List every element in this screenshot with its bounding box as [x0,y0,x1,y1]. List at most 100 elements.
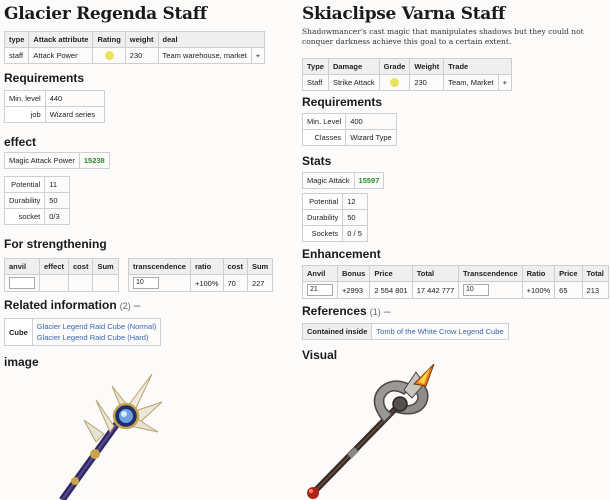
req-label: job [4,106,46,123]
col-header: Anvil [302,265,338,282]
transcendence-cell: 10 [458,281,523,299]
req-value: Wizard Type [345,129,397,146]
stat-label: Potential [3,176,46,193]
col-header: weight [124,31,159,48]
transcendence-table: transcendence ratio cost Sum 10 +100% 70… [128,258,274,292]
stat-label: Potential [301,193,344,210]
col-header: deal [157,31,266,48]
damage-value: Strike Attack [327,74,380,91]
col-header: Grade [378,58,411,75]
collapse-toggle[interactable]: – [134,298,141,312]
type-value: staff [3,47,30,64]
related-title: Related information [4,298,117,312]
magic-attack-label: Magic Attack [302,172,355,189]
transcendence-input[interactable]: 10 [133,277,159,289]
related-heading: Related information (2) – [4,298,140,312]
related-link[interactable]: Glacier Legend Raid Cube (Normal) [37,321,157,332]
col-header: Trade [443,58,513,75]
enhancement-heading: Enhancement [302,247,381,261]
image-heading: image [4,355,39,369]
expand-button[interactable]: + [497,74,513,91]
references-label: Contained inside [301,323,373,340]
references-link[interactable]: Tomb of the White Crow Legend Cube [371,323,509,340]
references-heading: References (1) – [302,304,390,318]
anvil-input[interactable]: 21 [307,284,333,296]
item-description: Shadowmancer's cast magic that manipulat… [302,27,584,46]
visual-heading: Visual [302,348,338,362]
related-link[interactable]: Glacier Legend Raid Cube (Hard) [37,332,157,343]
rating-dot-icon [104,51,114,61]
transcendence-table: Transcendence Ratio Price Total 10 +100%… [458,265,609,299]
col-header: type [3,31,30,48]
magic-attack-value: 15597 [353,172,385,189]
sum-value: 227 [246,274,274,292]
col-header: transcendence [128,258,191,275]
rating-value [92,47,126,64]
col-header: Total [411,265,460,282]
stat-value: 50 [342,209,369,226]
requirements-heading: Requirements [302,95,383,109]
col-header: Sum [246,258,274,275]
stat-value: 0/3 [44,208,71,225]
weight-value: 230 [124,47,159,64]
effect-value: 15238 [78,152,110,169]
related-label: Cube [4,318,33,346]
stat-label: Sockets [301,225,344,242]
col-header: Attack attribute [28,31,94,48]
collapse-toggle[interactable]: – [384,304,391,318]
stat-value: 11 [44,176,71,193]
anvil-cell [4,274,40,292]
grade-dot-icon [389,78,399,88]
transcendence-cell: 10 [128,274,191,292]
expand-button[interactable]: + [250,47,266,64]
strengthening-heading: For strengthening [4,237,107,251]
stats-table: Potential 11 Durability 50 socket 0/3 [3,176,71,225]
anvil-cell: 21 [302,281,338,299]
col-header: Sum [92,258,119,275]
col-header: effect [38,258,70,275]
grade-value [378,74,411,91]
col-header: ratio [189,258,224,275]
related-table: Cube Glacier Legend Raid Cube (Normal) G… [4,318,162,346]
item-title: Skiaclipse Varna Staff [302,4,506,24]
references-title: References [302,304,367,318]
col-header: Price [369,265,413,282]
stat-value: 12 [342,193,369,210]
req-label: Min. Level [301,113,347,130]
related-count: (2) [119,301,131,311]
weight-value: 230 [409,74,445,91]
glacier-staff-image [59,373,163,500]
req-value: 440 [44,90,105,107]
effect-table: Magic Attack Power 15238 [4,152,110,169]
stats-heading: Stats [302,154,332,168]
anvil-table: anvil effect cost Sum [4,258,119,292]
right-panel: Skiaclipse Varna Staff Shadowmancer's ca… [298,0,610,499]
stat-label: Durability [301,209,344,226]
col-header: Type [302,58,329,75]
deal-value: Team warehouse, market [157,47,252,64]
anvil-table: Anvil Bonus Price Total 21 +2993 2 554 8… [302,265,460,299]
type-value: Staff [302,74,329,91]
left-panel: Glacier Regenda Staff type Attack attrib… [0,0,296,500]
col-header: Transcendence [458,265,523,282]
references-table: Contained inside Tomb of the White Crow … [301,323,509,340]
stat-value: 0 / 5 [342,225,369,242]
stat-value: 50 [44,192,71,209]
col-header: cost [68,258,94,275]
effect-heading: effect [4,135,37,149]
total-value: 17 442 777 [411,281,460,299]
col-header: Rating [92,31,126,48]
price-value: 65 [554,281,583,299]
skiaclipse-staff-image [307,364,435,499]
req-value: 400 [345,113,397,130]
references-count: (1) [369,307,381,317]
col-header: Price [554,265,583,282]
anvil-input[interactable] [9,277,35,289]
transcendence-input[interactable]: 10 [463,284,489,296]
trade-value: Team, Market [443,74,499,91]
stat-label: socket [3,208,46,225]
requirements-table: Min. level 440 job Wizard series [4,90,105,123]
item-info-table: Type Damage Grade Weight Trade Staff Str… [302,58,513,91]
total-value: 213 [581,281,609,299]
cost-value: 70 [222,274,248,292]
